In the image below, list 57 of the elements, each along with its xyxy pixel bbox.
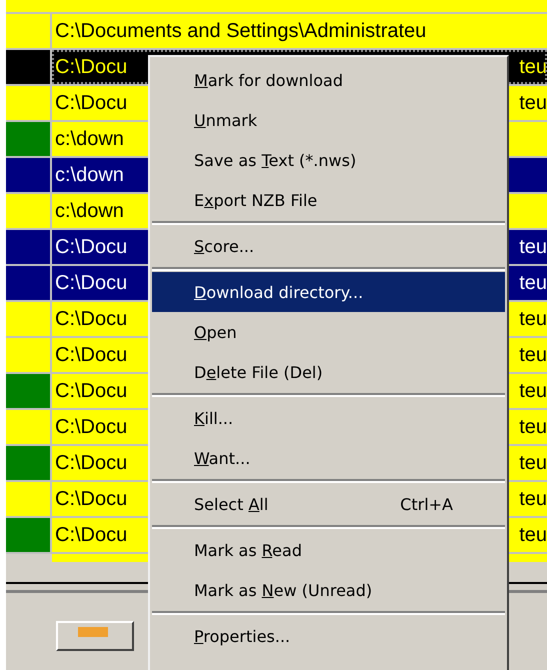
menu-item[interactable]: Open: [152, 312, 505, 352]
menu-item-label: Save as Text (*.nws): [194, 150, 356, 170]
menu-item[interactable]: Want...: [152, 438, 505, 478]
path-text: C:\Docu: [55, 308, 128, 330]
menu-item-label: Unmark: [194, 110, 258, 130]
path-text: C:\Docu: [55, 56, 128, 78]
path-text: teu: [519, 308, 547, 330]
menu-item[interactable]: Kill...: [152, 398, 505, 438]
path-text: c:\down: [55, 128, 124, 150]
menu-item-label: Open: [194, 322, 237, 342]
path-cell[interactable]: C:\Documents and Settings\Administrateu: [52, 14, 547, 48]
path-text: C:\Docu: [55, 92, 128, 114]
path-text: teu: [519, 380, 547, 402]
path-text: teu: [519, 56, 547, 78]
path-text: teu: [519, 92, 547, 114]
path-text: teu: [519, 272, 547, 294]
path-text: C:\Docu: [55, 380, 128, 402]
menu-item-label: Mark as New (Unread): [194, 580, 372, 600]
path-text: C:\Docu: [55, 344, 128, 366]
menu-item-label: Score...: [194, 236, 254, 256]
path-text: C:\Docu: [55, 236, 128, 258]
menu-item-label: Export NZB File: [194, 190, 318, 210]
path-text: C:\Docu: [55, 272, 128, 294]
path-text: teu: [519, 524, 547, 546]
menu-item-label: Mark as Read: [194, 540, 302, 560]
menu-item[interactable]: Mark for download: [152, 60, 505, 100]
shortcut-text: Ctrl+A: [400, 494, 453, 514]
menu-item[interactable]: Export NZB File: [152, 180, 505, 220]
menu-item[interactable]: Score...: [152, 226, 505, 266]
menu-item-label: Want...: [194, 448, 250, 468]
menu-item-label: Delete File (Del): [194, 362, 323, 382]
menu-item[interactable]: Properties...: [152, 616, 505, 656]
menu-item[interactable]: Mark as New (Unread): [152, 570, 505, 610]
menu-item-label: Download directory...: [194, 282, 364, 302]
path-text: c:\down: [55, 200, 124, 222]
menu-item-label: Kill...: [194, 408, 234, 428]
path-text: teu: [519, 416, 547, 438]
path-text: C:\Docu: [55, 488, 128, 510]
menu-item-label: Select All: [194, 494, 268, 514]
path-text: C:\Docu: [55, 416, 128, 438]
menu-item-label: Properties...: [194, 626, 290, 646]
path-text: teu: [519, 236, 547, 258]
path-text: C:\Docu: [55, 524, 128, 546]
path-text: C:\Docu: [55, 452, 128, 474]
toolbar-button[interactable]: [56, 621, 134, 651]
menu-item[interactable]: Select All Ctrl+A: [152, 484, 505, 524]
path-text: teu: [519, 344, 547, 366]
path-text: C:\Documents and Settings\Administrateu: [55, 20, 426, 42]
path-text: teu: [519, 488, 547, 510]
path-text: c:\down: [55, 164, 124, 186]
menu-item[interactable]: Download directory...: [152, 272, 505, 312]
menu-item[interactable]: Mark as Read: [152, 530, 505, 570]
menu-item-label: Mark for download: [194, 70, 343, 90]
menu-item[interactable]: Delete File (Del): [152, 352, 505, 392]
menu-item[interactable]: Save as Text (*.nws): [152, 140, 505, 180]
menu-item[interactable]: Unmark: [152, 100, 505, 140]
path-text: teu: [519, 452, 547, 474]
